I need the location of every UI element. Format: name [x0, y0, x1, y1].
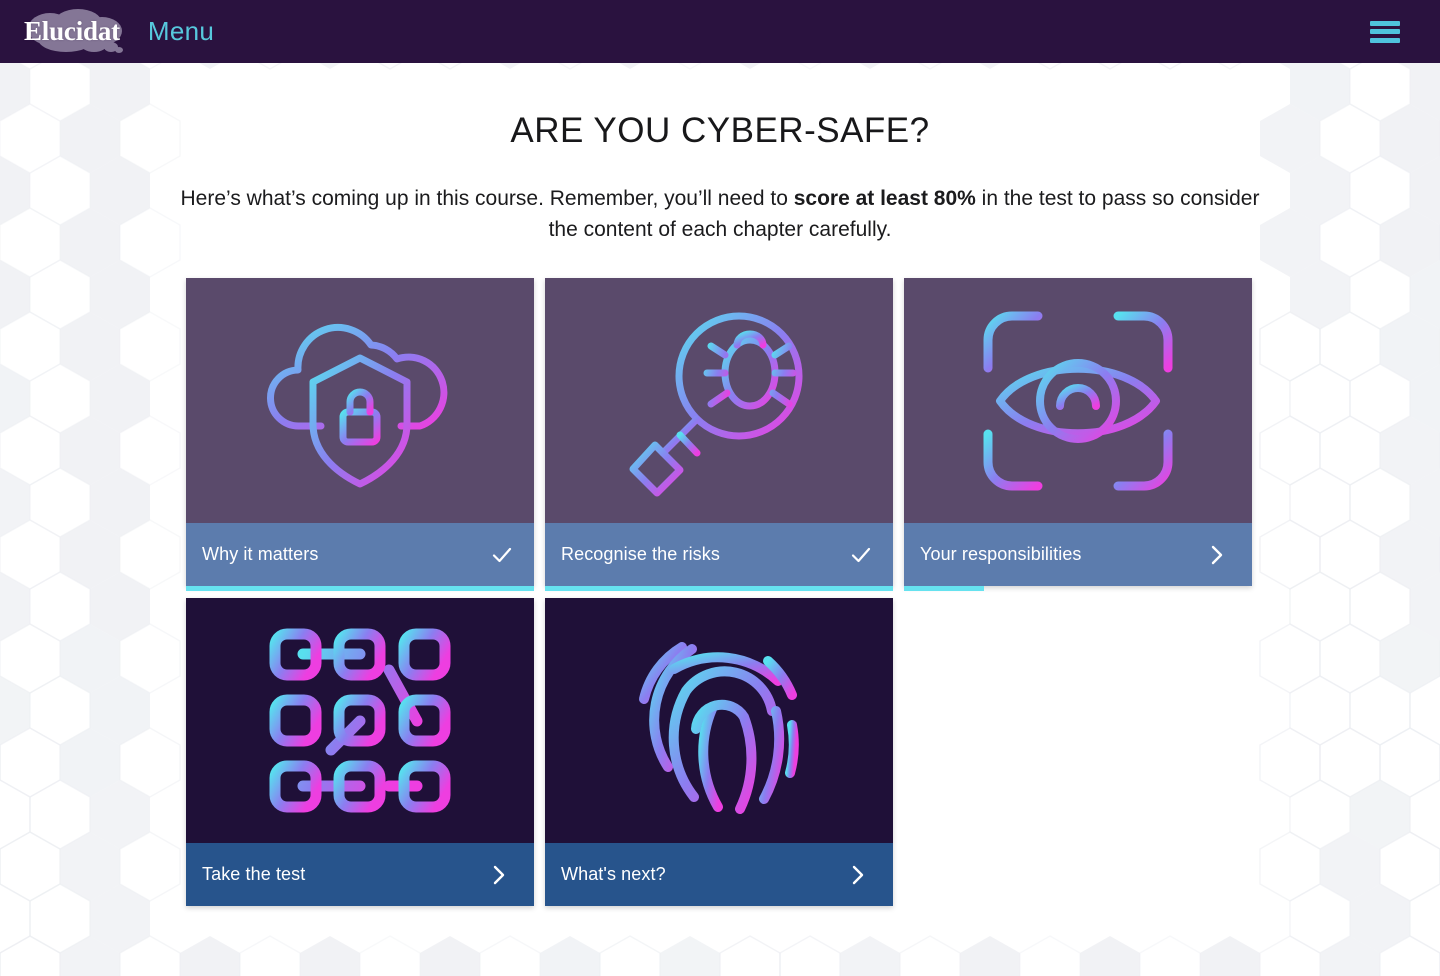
card-progress-bar [186, 586, 534, 591]
intro-text-before: Here’s what’s coming up in this course. … [181, 187, 794, 210]
intro-text-bold: score at least 80% [794, 187, 976, 210]
card-progress-bar [545, 586, 893, 591]
course-intro-text: Here’s what’s coming up in this course. … [180, 183, 1260, 245]
main-content: ARE YOU CYBER-SAFE? Here’s what’s coming… [0, 111, 1440, 906]
brand-name: Elucidat [8, 16, 120, 47]
page-title: ARE YOU CYBER-SAFE? [0, 111, 1440, 151]
card-footer[interactable]: What's next? [545, 843, 893, 906]
card-artwork [186, 598, 534, 843]
card-progress-bar [904, 586, 1252, 591]
top-navigation-bar: Elucidat Menu [0, 0, 1440, 63]
chevron-right-icon[interactable] [849, 864, 875, 886]
chapter-card-grid: Why it matters [186, 278, 1254, 906]
card-artwork [186, 278, 534, 523]
card-footer[interactable]: Recognise the risks [545, 523, 893, 586]
card-artwork [545, 278, 893, 523]
card-label: Your responsibilities [920, 544, 1208, 565]
card-progress-fill [904, 586, 984, 591]
card-artwork [545, 598, 893, 843]
chapter-card[interactable]: What's next? [545, 598, 893, 906]
hamburger-line-2 [1370, 29, 1400, 34]
check-icon[interactable] [849, 543, 875, 567]
chapter-card[interactable]: Take the test [186, 598, 534, 906]
check-icon[interactable] [490, 543, 516, 567]
chapter-card[interactable]: Recognise the risks [545, 278, 893, 586]
chapter-card[interactable]: Your responsibilities [904, 278, 1252, 586]
card-footer[interactable]: Why it matters [186, 523, 534, 586]
cloud-shield-lock-icon [255, 306, 465, 496]
card-footer[interactable]: Your responsibilities [904, 523, 1252, 586]
card-progress-fill [186, 586, 534, 591]
card-artwork [904, 278, 1252, 523]
card-progress-bar [186, 906, 534, 911]
hamburger-line-1 [1370, 21, 1400, 26]
menu-label[interactable]: Menu [148, 16, 214, 47]
card-progress-fill [545, 586, 893, 591]
fingerprint-icon [622, 621, 817, 821]
chevron-right-icon[interactable] [490, 864, 516, 886]
chapter-card[interactable]: Why it matters [186, 278, 534, 586]
chevron-right-icon[interactable] [1208, 544, 1234, 566]
card-progress-bar [545, 906, 893, 911]
pattern-lock-icon [265, 626, 455, 816]
card-footer[interactable]: Take the test [186, 843, 534, 906]
card-label: Why it matters [202, 544, 490, 565]
eye-scan-icon [978, 306, 1178, 496]
card-label: Recognise the risks [561, 544, 849, 565]
hamburger-icon[interactable] [1370, 21, 1400, 43]
magnifier-bug-icon [617, 303, 822, 498]
hamburger-line-3 [1370, 38, 1400, 43]
card-label: Take the test [202, 864, 490, 885]
card-label: What's next? [561, 864, 849, 885]
brand-logo[interactable]: Elucidat [8, 0, 120, 63]
